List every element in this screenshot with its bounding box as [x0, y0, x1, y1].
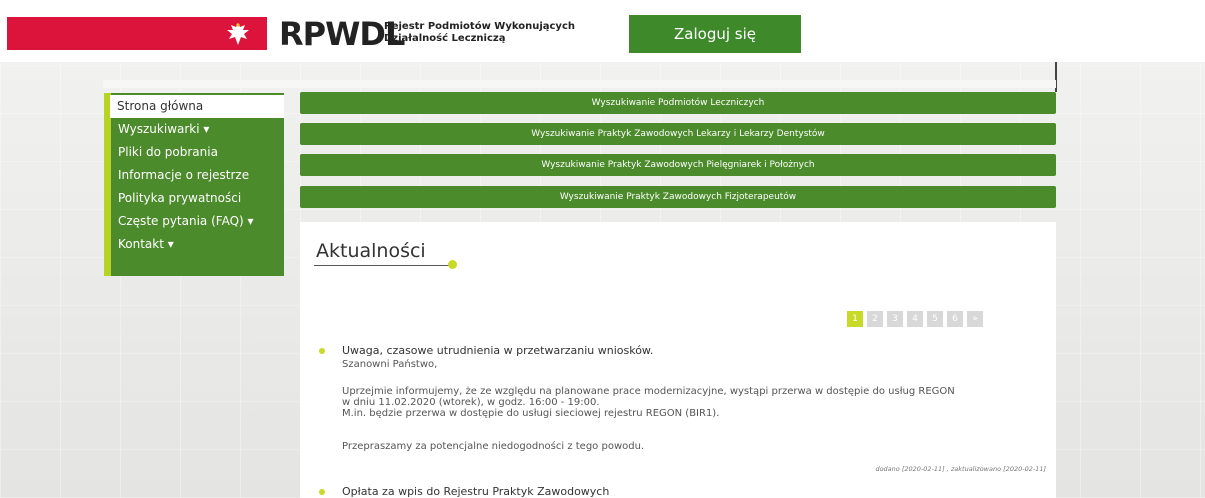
sidebar-item-faq[interactable]: Częste pytania (FAQ) ▾: [111, 210, 284, 233]
article-title[interactable]: Uwaga, czasowe utrudnienia w przetwarzan…: [342, 344, 653, 357]
search-medical-entities-button[interactable]: Wyszukiwanie Podmiotów Leczniczych: [300, 92, 1056, 114]
article-title[interactable]: Opłata za wpis do Rejestru Praktyk Zawod…: [342, 485, 609, 498]
page-2-link[interactable]: 2: [867, 311, 883, 327]
sidebar-nav: Strona główna Wyszukiwarki ▾ Pliki do po…: [104, 93, 284, 276]
article-paragraph-line: Uprzejmie informujemy, że ze względu na …: [342, 386, 955, 397]
page-5-link[interactable]: 5: [927, 311, 943, 327]
next-page-link[interactable]: »: [967, 311, 983, 327]
sidebar-item-search-engines[interactable]: Wyszukiwarki ▾: [111, 118, 284, 141]
article-paragraph-line: M.in. będzie przerwa w dostępie do usług…: [342, 408, 720, 419]
sidebar-item-privacy-policy[interactable]: Polityka prywatności: [111, 187, 284, 210]
eagle-emblem-icon: [224, 20, 252, 48]
logo-subtitle-line-2: Działalność Leczniczą: [384, 33, 506, 44]
article-paragraph: Przepraszamy za potencjalne niedogodnośc…: [342, 441, 645, 452]
bullet-icon: [319, 489, 325, 495]
search-doctor-practices-button[interactable]: Wyszukiwanie Praktyk Zawodowych Lekarzy …: [300, 123, 1056, 145]
page-1-link[interactable]: 1: [847, 311, 863, 327]
news-heading: Aktualności: [316, 240, 426, 262]
article-date-meta: dodano [2020-02-11] , zaktualizowano [20…: [875, 465, 1046, 473]
pagination: 1 2 3 4 5 6 »: [847, 311, 983, 327]
site-logo-subtitle: Rejestr Podmiotów Wykonujących Działalno…: [384, 21, 575, 45]
news-panel: Aktualności 1 2 3 4 5 6 » Uwaga, czasowe…: [300, 222, 1056, 498]
search-physio-practices-button[interactable]: Wyszukiwanie Praktyk Zawodowych Fizjoter…: [300, 186, 1056, 208]
page-3-link[interactable]: 3: [887, 311, 903, 327]
page-6-link[interactable]: 6: [947, 311, 963, 327]
article-greeting: Szanowni Państwo,: [342, 359, 438, 370]
sidebar-item-home[interactable]: Strona główna: [110, 95, 284, 118]
content-top-strip: [103, 80, 1056, 88]
bullet-icon: [319, 348, 325, 354]
sidebar-item-downloads[interactable]: Pliki do pobrania: [111, 141, 284, 164]
login-button[interactable]: Zaloguj się: [629, 15, 801, 53]
sidebar-item-registry-info[interactable]: Informacje o rejestrze: [111, 164, 284, 187]
search-nurse-practices-button[interactable]: Wyszukiwanie Praktyk Zawodowych Pielęgni…: [300, 154, 1056, 176]
logo-subtitle-line-1: Rejestr Podmiotów Wykonujących: [384, 21, 575, 32]
heading-underline: [314, 265, 451, 266]
page-4-link[interactable]: 4: [907, 311, 923, 327]
site-header: RPWDL Rejestr Podmiotów Wykonujących Dzi…: [0, 0, 1205, 62]
heading-dot-icon: [448, 260, 457, 269]
sidebar-item-contact[interactable]: Kontakt ▾: [111, 233, 284, 256]
article-paragraph-line: w dniu 11.02.2020 (wtorek), w godz. 16:0…: [342, 397, 600, 408]
